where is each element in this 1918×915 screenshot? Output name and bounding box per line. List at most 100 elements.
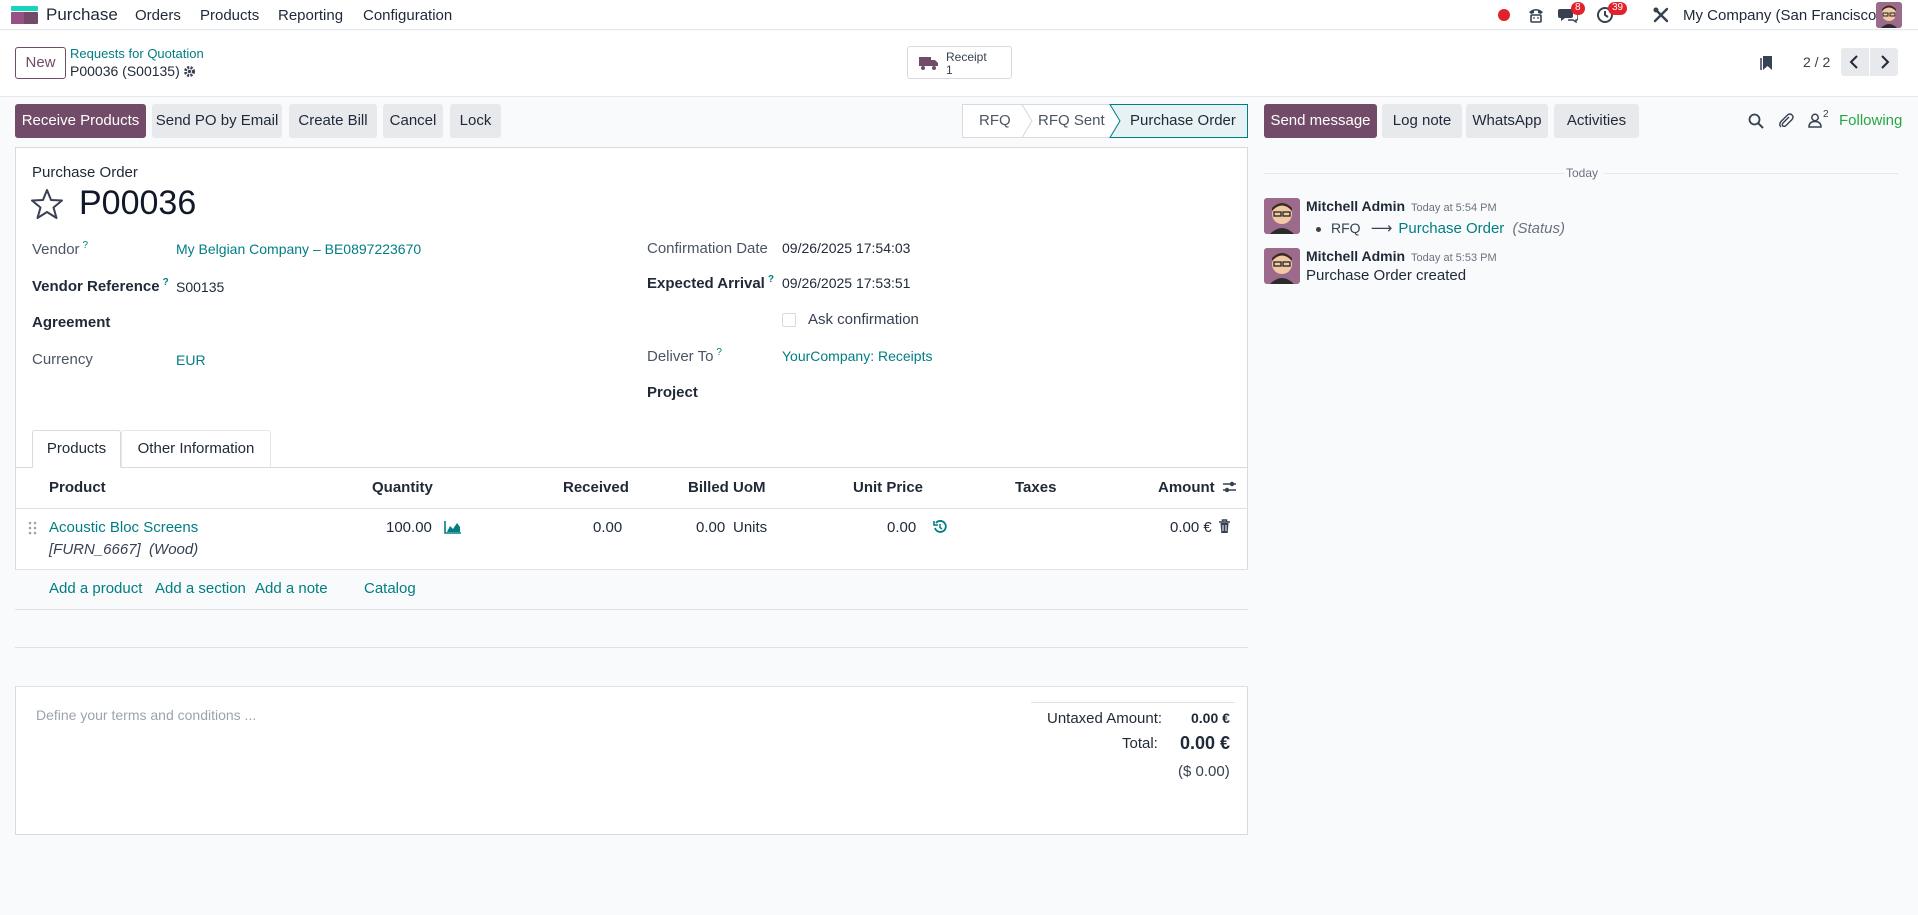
currency-field[interactable]: EUR [176, 352, 206, 368]
column-header-product[interactable]: Product [49, 479, 106, 496]
column-header-taxes[interactable]: Taxes [1015, 479, 1056, 496]
recording-dot-icon[interactable] [1498, 9, 1510, 21]
send-po-email-button[interactable]: Send PO by Email [152, 104, 282, 138]
whatsapp-button[interactable]: WhatsApp [1466, 104, 1548, 138]
message-author[interactable]: Mitchell Admin Today at 5:54 PM [1306, 198, 1497, 214]
status-stage-rfq-sent[interactable]: RFQ Sent [1038, 112, 1105, 129]
amount-cell[interactable]: 0.00 € [1170, 519, 1212, 536]
menu-reporting[interactable]: Reporting [278, 7, 343, 24]
untaxed-amount-label: Untaxed Amount: [1047, 710, 1163, 727]
add-section-link[interactable]: Add a section [155, 580, 246, 597]
company-switcher[interactable]: My Company (San Francisco) [1683, 7, 1881, 24]
log-note-button[interactable]: Log note [1382, 104, 1462, 138]
add-product-link[interactable]: Add a product [49, 580, 142, 597]
status-stage-rfq[interactable]: RFQ [979, 112, 1011, 129]
paperclip-icon[interactable] [1778, 112, 1794, 129]
create-bill-button[interactable]: Create Bill [289, 104, 377, 138]
star-icon[interactable] [31, 188, 63, 220]
column-header-uom[interactable]: UoM [733, 479, 766, 496]
search-icon[interactable] [1748, 113, 1764, 129]
agreement-label: Agreement [32, 314, 111, 331]
lock-button[interactable]: Lock [450, 104, 501, 138]
pager-value[interactable]: 2 / 2 [1803, 54, 1830, 70]
tools-icon[interactable] [1652, 6, 1670, 24]
quantity-cell[interactable]: 100.00 [386, 519, 432, 536]
user-avatar[interactable] [1876, 2, 1902, 28]
gear-icon[interactable] [183, 65, 196, 78]
column-header-quantity[interactable]: Quantity [372, 479, 433, 496]
price-history-icon[interactable] [933, 520, 947, 534]
phone-icon[interactable] [1527, 6, 1545, 24]
menu-configuration[interactable]: Configuration [363, 7, 452, 24]
status-bar: RFQ RFQ Sent Purchase Order [962, 104, 1248, 138]
tab-products[interactable]: Products [32, 430, 121, 468]
deliver-to-label: Deliver To? [647, 347, 722, 365]
agreement-field[interactable] [176, 310, 606, 332]
following-button[interactable]: Following [1839, 112, 1902, 129]
column-header-received[interactable]: Received [563, 479, 629, 496]
ask-confirmation-checkbox[interactable] [782, 313, 796, 327]
trash-icon[interactable] [1218, 519, 1231, 534]
pager-next-button[interactable] [1870, 48, 1898, 76]
product-cell[interactable]: Acoustic Bloc Screens [49, 519, 198, 536]
message-author-avatar[interactable] [1264, 198, 1300, 234]
expected-arrival-field[interactable]: 09/26/2025 17:53:51 [782, 275, 910, 291]
column-header-amount[interactable]: Amount [1158, 479, 1215, 496]
receive-products-button[interactable]: Receive Products [15, 104, 146, 138]
vendor-field[interactable]: My Belgian Company – BE0897223670 [176, 241, 421, 257]
forecast-chart-icon[interactable] [444, 520, 462, 534]
billed-cell[interactable]: 0.00 [696, 519, 725, 536]
column-header-unit-price[interactable]: Unit Price [853, 479, 923, 496]
arrow-icon: ⟶ [1370, 220, 1393, 237]
followers-count: 2 [1823, 109, 1829, 120]
tracking-value-change: RFQ ⟶ Purchase Order (Status) [1316, 219, 1565, 237]
message-author[interactable]: Mitchell Admin Today at 5:53 PM [1306, 248, 1497, 264]
purchase-app-icon[interactable] [11, 6, 38, 24]
vendor-reference-field[interactable]: S00135 [176, 279, 224, 295]
project-label: Project [647, 384, 698, 401]
total-value: 0.00 € [1180, 733, 1231, 753]
send-message-button[interactable]: Send message [1264, 104, 1377, 138]
app-name[interactable]: Purchase [46, 5, 118, 25]
top-navbar: Purchase Orders Products Reporting Confi… [0, 0, 1918, 30]
message-author-avatar[interactable] [1264, 248, 1300, 284]
received-cell[interactable]: 0.00 [593, 519, 622, 536]
empty-row-divider [15, 686, 1248, 687]
vendor-label: Vendor? [32, 240, 89, 258]
new-button[interactable]: New [15, 47, 66, 79]
date-separator-line-left [1264, 173, 1564, 174]
status-stage-purchase-order[interactable]: Purchase Order [1130, 112, 1236, 129]
unit-price-cell[interactable]: 0.00 [887, 519, 916, 536]
project-field[interactable] [782, 380, 1222, 402]
menu-orders[interactable]: Orders [135, 7, 181, 24]
terms-conditions-input[interactable]: Define your terms and conditions ... [36, 707, 256, 723]
breadcrumb-current: P00036 (S00135) [70, 63, 180, 79]
control-panel: New Requests for Quotation P00036 (S0013… [0, 31, 1918, 97]
receipt-count: 1 [946, 63, 953, 77]
product-description[interactable]: [FURN_6667] (Wood) [49, 541, 198, 558]
ask-confirmation-label: Ask confirmation [808, 311, 919, 328]
column-header-billed[interactable]: Billed [688, 479, 729, 496]
activities-button[interactable]: Activities [1554, 104, 1639, 138]
menu-products[interactable]: Products [200, 7, 259, 24]
cancel-button[interactable]: Cancel [383, 104, 443, 138]
breadcrumb-parent[interactable]: Requests for Quotation [70, 46, 204, 61]
receipt-smart-button[interactable]: Receipt 1 [907, 46, 1012, 79]
add-note-link[interactable]: Add a note [255, 580, 328, 597]
uom-cell[interactable]: Units [733, 519, 767, 536]
currency-label: Currency [32, 351, 93, 368]
followers-icon[interactable] [1808, 113, 1822, 128]
empty-row [15, 648, 1248, 686]
truck-icon [919, 55, 939, 71]
optional-columns-icon[interactable] [1222, 480, 1237, 494]
deliver-to-field[interactable]: YourCompany: Receipts [782, 348, 932, 364]
total-label: Total: [1122, 735, 1158, 752]
confirmation-date-field[interactable]: 09/26/2025 17:54:03 [782, 240, 910, 256]
activity-badge: 39 [1608, 2, 1628, 15]
catalog-link[interactable]: Catalog [364, 580, 416, 597]
message-time: Today at 5:54 PM [1411, 202, 1497, 214]
drag-handle-icon[interactable] [28, 521, 37, 535]
tab-other-information[interactable]: Other Information [121, 430, 271, 467]
bookmark-icon[interactable] [1760, 55, 1774, 71]
pager-previous-button[interactable] [1841, 48, 1869, 76]
